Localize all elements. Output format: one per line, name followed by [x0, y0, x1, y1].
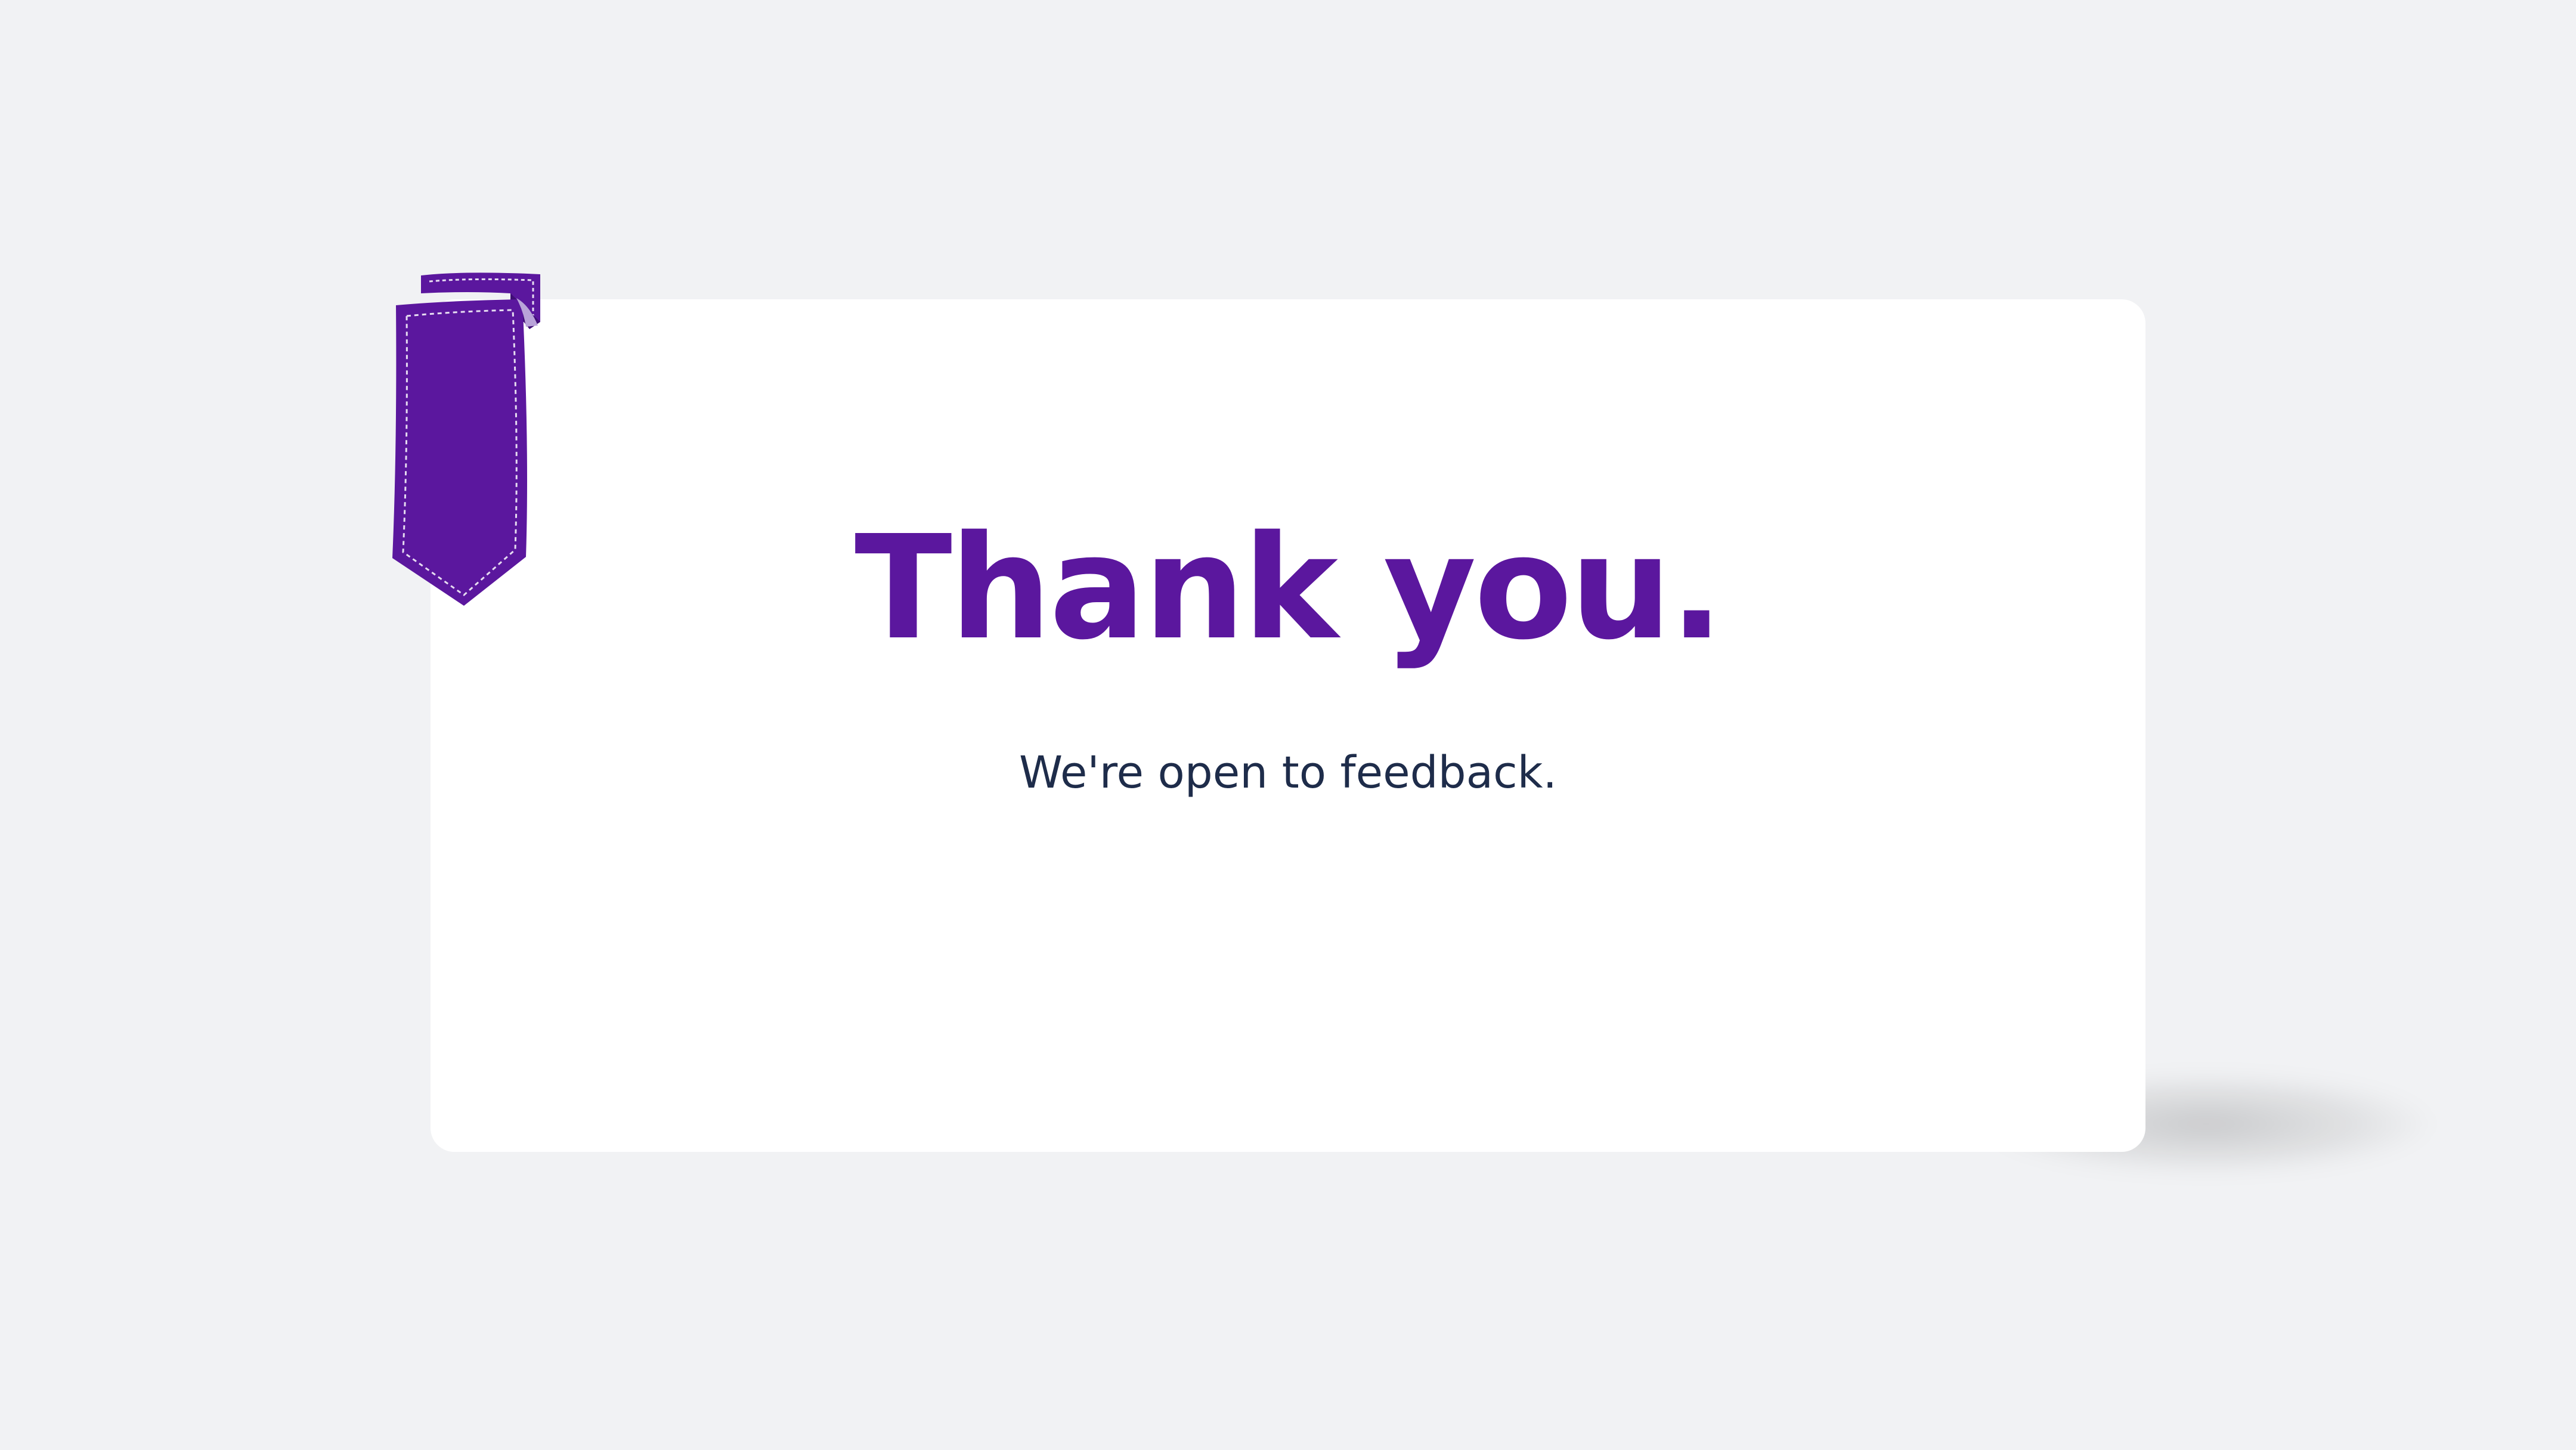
slide: Thank you. We're open to feedback. — [0, 0, 2576, 1450]
bookmark-ribbon-icon — [392, 272, 540, 606]
feedback-subtitle: We're open to feedback. — [1018, 747, 1558, 798]
thank-you-card: Thank you. We're open to feedback. — [431, 299, 2145, 1152]
page-title: Thank you. — [854, 504, 1724, 671]
